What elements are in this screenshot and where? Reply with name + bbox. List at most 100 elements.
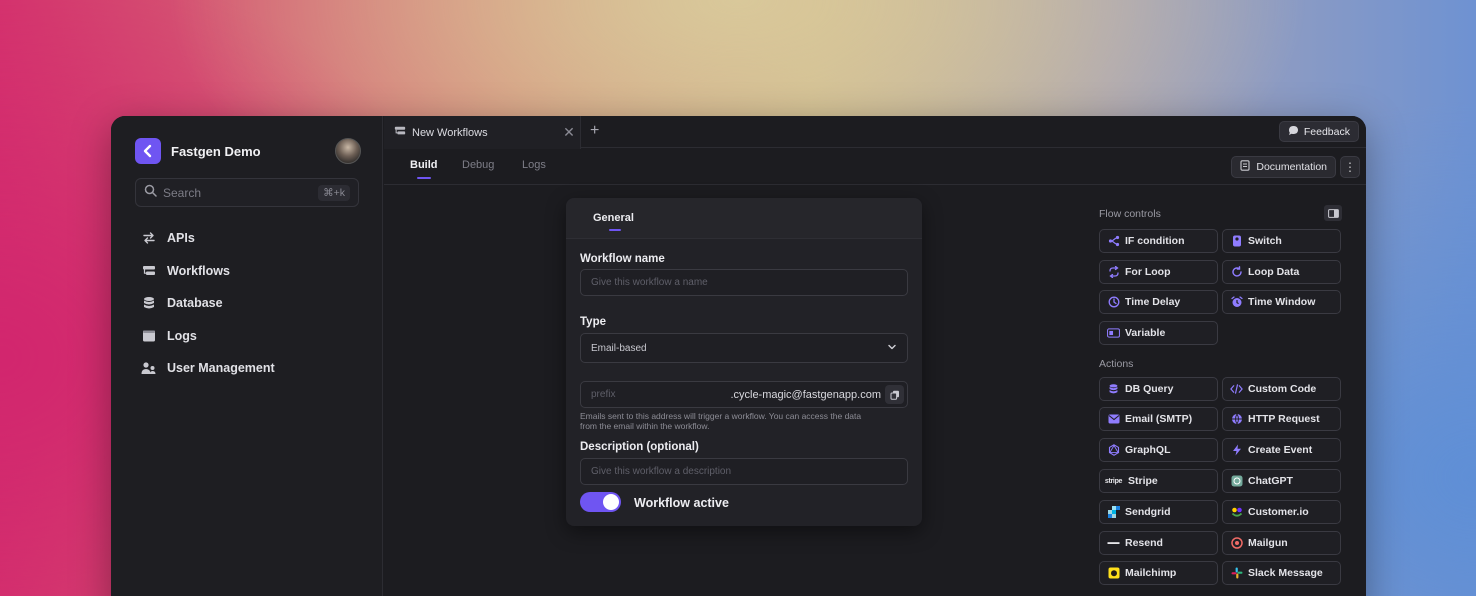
button-label: GraphQL <box>1125 444 1171 456</box>
button-label: ChatGPT <box>1248 475 1293 487</box>
copy-icon[interactable] <box>885 385 904 404</box>
timer-icon <box>1107 296 1120 309</box>
avatar[interactable] <box>335 138 361 164</box>
button-label: DB Query <box>1125 383 1174 395</box>
button-label: Time Window <box>1248 296 1316 308</box>
button-label: Resend <box>1125 537 1163 549</box>
branch-icon <box>1107 235 1120 248</box>
database-icon <box>1107 383 1120 396</box>
tab-general[interactable]: General <box>593 212 634 231</box>
workflow-name-placeholder: Give this workflow a name <box>591 277 708 288</box>
flow-if-condition-button[interactable]: IF condition <box>1099 229 1218 253</box>
search-input[interactable]: Search ⌘+k <box>135 178 359 207</box>
button-label: Variable <box>1125 327 1166 339</box>
add-tab-button[interactable]: + <box>590 122 599 140</box>
document-icon <box>1240 160 1250 174</box>
action-create-event-button[interactable]: Create Event <box>1222 438 1341 462</box>
action-db-query-button[interactable]: DB Query <box>1099 377 1218 401</box>
sidebar-nav: APIs Workflows Database Logs User Manage… <box>141 222 275 385</box>
sidebar-item-database[interactable]: Database <box>141 287 275 320</box>
customerio-logo-icon <box>1230 506 1243 519</box>
action-slack-message-button[interactable]: Slack Message <box>1222 561 1341 585</box>
button-label: Time Delay <box>1125 296 1181 308</box>
alarm-icon <box>1230 296 1243 309</box>
button-label: Mailchimp <box>1125 567 1177 579</box>
button-label: Customer.io <box>1248 506 1309 518</box>
actions-title: Actions <box>1099 358 1134 370</box>
flow-loop-data-button[interactable]: Loop Data <box>1222 260 1341 284</box>
flow-controls-title: Flow controls <box>1099 208 1161 220</box>
description-label: Description (optional) <box>580 441 699 453</box>
mailgun-logo-icon <box>1230 537 1243 550</box>
button-label: Email (SMTP) <box>1125 413 1193 425</box>
description-placeholder: Give this workflow a description <box>591 466 732 477</box>
flow-time-window-button[interactable]: Time Window <box>1222 290 1341 314</box>
action-email-smtp-button[interactable]: Email (SMTP) <box>1099 407 1218 431</box>
email-suffix: .cycle-magic@fastgenapp.com <box>730 388 881 401</box>
tab-new-workflows[interactable]: New Workflows ✕ <box>384 116 581 149</box>
action-mailgun-button[interactable]: Mailgun <box>1222 531 1341 555</box>
workflow-name-label: Workflow name <box>580 253 665 265</box>
mail-icon <box>1107 413 1120 426</box>
fastgen-logo-icon <box>135 138 161 164</box>
type-select-value: Email-based <box>591 342 647 354</box>
email-help-text-2: from the email within the workflow. <box>580 421 710 431</box>
action-chatgpt-button[interactable]: ChatGPT <box>1222 469 1341 493</box>
workflow-icon <box>141 263 157 279</box>
search-shortcut: ⌘+k <box>318 184 350 201</box>
email-prefix-input[interactable]: prefix .cycle-magic@fastgenapp.com <box>580 381 908 408</box>
chat-bubble-icon <box>1288 125 1299 139</box>
action-resend-button[interactable]: ▬▬ Resend <box>1099 531 1218 555</box>
tab-bar: New Workflows ✕ + Feedback <box>384 116 1366 149</box>
search-icon <box>144 184 157 202</box>
button-label: IF condition <box>1125 235 1185 247</box>
users-icon <box>141 360 157 376</box>
sidebar-item-label: APIs <box>167 231 195 246</box>
type-select[interactable]: Email-based <box>580 333 908 363</box>
mailchimp-logo-icon <box>1107 567 1120 580</box>
flow-time-delay-button[interactable]: Time Delay <box>1099 290 1218 314</box>
workflow-active-toggle[interactable] <box>580 492 621 512</box>
switch-icon <box>1230 235 1243 248</box>
documentation-button[interactable]: Documentation <box>1231 156 1336 178</box>
button-label: Stripe <box>1128 475 1158 487</box>
tab-logs[interactable]: Logs <box>522 159 546 171</box>
action-mailchimp-button[interactable]: Mailchimp <box>1099 561 1218 585</box>
panel-collapse-icon[interactable] <box>1324 205 1342 221</box>
sendgrid-logo-icon <box>1107 506 1120 519</box>
description-input[interactable]: Give this workflow a description <box>580 458 908 485</box>
sidebar-item-logs[interactable]: Logs <box>141 320 275 353</box>
main-area: New Workflows ✕ + Feedback Build Debug L… <box>384 116 1366 596</box>
brand[interactable]: Fastgen Demo <box>135 138 261 164</box>
action-customer-io-button[interactable]: Customer.io <box>1222 500 1341 524</box>
sidebar-item-workflows[interactable]: Workflows <box>141 255 275 288</box>
globe-icon <box>1230 413 1243 426</box>
button-label: Create Event <box>1248 444 1313 456</box>
sidebar-item-user-management[interactable]: User Management <box>141 352 275 385</box>
close-icon[interactable]: ✕ <box>558 124 580 141</box>
more-options-button[interactable]: ⋮ <box>1340 156 1360 178</box>
feedback-button[interactable]: Feedback <box>1278 121 1359 142</box>
button-label: Mailgun <box>1248 537 1288 549</box>
action-http-request-button[interactable]: HTTP Request <box>1222 407 1341 431</box>
button-label: Switch <box>1248 235 1282 247</box>
flow-switch-button[interactable]: Switch <box>1222 229 1341 253</box>
workflow-name-input[interactable]: Give this workflow a name <box>580 269 908 296</box>
sidebar-item-apis[interactable]: APIs <box>141 222 275 255</box>
action-sendgrid-button[interactable]: Sendgrid <box>1099 500 1218 524</box>
button-label: Slack Message <box>1248 567 1323 579</box>
card-header: General <box>566 198 922 239</box>
type-label: Type <box>580 316 606 328</box>
action-graphql-button[interactable]: GraphQL <box>1099 438 1218 462</box>
chatgpt-logo-icon <box>1230 475 1243 488</box>
tab-debug[interactable]: Debug <box>462 159 494 171</box>
action-custom-code-button[interactable]: Custom Code <box>1222 377 1341 401</box>
flow-for-loop-button[interactable]: For Loop <box>1099 260 1218 284</box>
sidebar: Fastgen Demo Search ⌘+k APIs Workflows D… <box>111 116 383 596</box>
flow-variable-button[interactable]: Variable <box>1099 321 1218 345</box>
app-name: Fastgen Demo <box>171 143 261 159</box>
action-stripe-button[interactable]: stripe Stripe <box>1099 469 1218 493</box>
arrows-swap-icon <box>141 230 157 246</box>
logs-icon <box>141 328 157 344</box>
tab-build[interactable]: Build <box>410 159 438 179</box>
